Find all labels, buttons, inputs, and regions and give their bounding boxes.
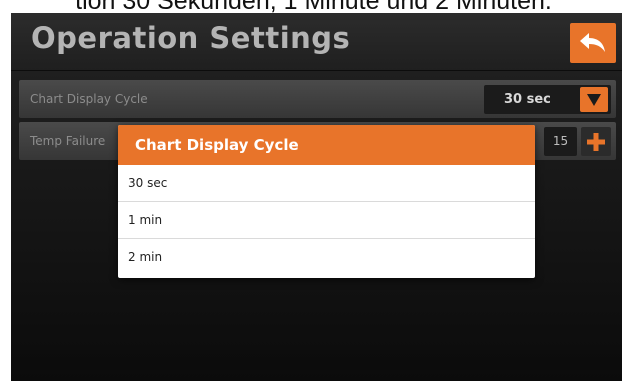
- temp-failure-value[interactable]: 15: [544, 127, 577, 156]
- triangle-down-icon: [587, 93, 601, 106]
- header-bar: Operation Settings: [11, 13, 622, 71]
- setting-row-chart-display-cycle[interactable]: Chart Display Cycle 30 sec: [19, 80, 616, 118]
- popup-option-30-sec[interactable]: 30 sec: [118, 165, 535, 202]
- select-value: 30 sec: [504, 92, 551, 107]
- popup-option-1-min[interactable]: 1 min: [118, 202, 535, 239]
- increment-button[interactable]: [581, 127, 611, 156]
- setting-label: Chart Display Cycle: [30, 92, 148, 106]
- back-arrow-icon: [580, 33, 605, 52]
- plus-icon: [587, 132, 605, 151]
- popup-option-2-min[interactable]: 2 min: [118, 239, 535, 276]
- page-title: Operation Settings: [31, 21, 351, 55]
- chart-display-cycle-popup: Chart Display Cycle 30 sec 1 min 2 min: [118, 125, 535, 278]
- popup-title: Chart Display Cycle: [118, 125, 535, 165]
- dropdown-arrow-button[interactable]: [580, 87, 608, 112]
- setting-label: Temp Failure: [30, 134, 106, 148]
- back-button[interactable]: [570, 23, 616, 63]
- chart-display-cycle-select[interactable]: 30 sec: [484, 85, 611, 114]
